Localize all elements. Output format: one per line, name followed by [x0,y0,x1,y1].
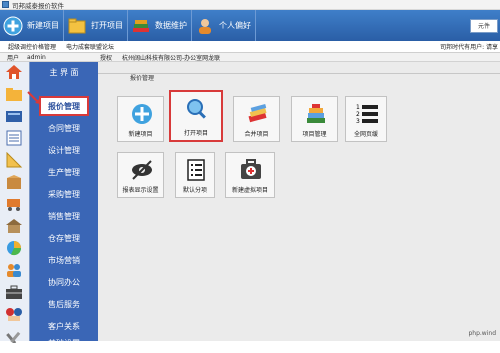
tile-new-virtual-project[interactable]: 新建虚拟项目 [225,152,275,198]
merge-icon [248,103,267,123]
open-project-button[interactable]: 打开项目 [64,10,128,41]
person-icon [199,18,211,34]
triangle-ruler-icon [6,152,23,168]
annotation-arrow [27,91,40,104]
plus-circle-icon [3,16,23,35]
medkit-icon [241,159,261,179]
people-icon [7,264,21,277]
main-content: 报价管理 新建项目 打开项目 合并项目 项目管理 1 2 3 全网页缓 报表显示… [98,62,500,341]
tile-project-management[interactable]: 项目管理 [291,96,338,142]
handshake-icon [6,308,22,321]
sidebar-item-design[interactable]: 设计管理 [30,140,98,160]
app-icon [2,1,9,8]
forum-link[interactable]: 电力成套联盟论坛 [66,42,114,51]
window-title: 司邦威泰报价软件 [12,1,64,10]
new-project-button[interactable]: 新建项目 [0,10,64,41]
main-toolbar: 新建项目 打开项目 数据维护 个人偏好 元件 [0,10,500,41]
tile-open-project[interactable]: 打开项目 [169,90,223,142]
component-box[interactable]: 元件 [470,18,498,33]
sidebar-item-quote-management[interactable]: 报价管理 [39,96,89,116]
preferences-button[interactable]: 个人偏好 [192,10,256,41]
stack-books-icon [307,104,325,123]
home-icon [6,65,22,79]
tile-new-project[interactable]: 新建项目 [117,96,164,142]
tile-merge-project[interactable]: 合并项目 [233,96,280,142]
tile-full-web-cache[interactable]: 1 2 3 全网页缓 [345,96,387,142]
checklist-icon [187,159,205,181]
user-notice: 司邦时代有用户: 请享 [440,44,498,51]
plus-circle-icon [132,104,152,124]
sidebar-item-production[interactable]: 生产管理 [30,162,98,182]
watermark: php.wind [468,330,496,337]
folder-icon [6,88,22,101]
numbered-list-icon: 1 2 3 [356,104,378,125]
warehouse-icon [6,219,22,233]
books-icon [133,19,149,32]
cart-icon [7,199,20,211]
sidebar-item-after-sales[interactable]: 售后服务 [30,294,98,314]
box-icon [7,175,21,189]
svg-text:3: 3 [356,118,360,125]
hidden-eye-icon [132,160,152,180]
user-label: 用户 [7,54,20,62]
sidebar: 主 界 面 报价管理 合同管理 设计管理 生产管理 采购管理 销售管理 仓存管理… [0,62,98,348]
license-label: 授权 [100,54,113,62]
divider [98,73,500,74]
title-bar: 司邦威泰报价软件 [0,0,500,10]
sidebar-item-home[interactable]: 主 界 面 [30,62,98,82]
magnifier-icon [187,99,206,119]
sidebar-item-basic-settings[interactable]: 基础设置 [30,333,98,353]
ledger-icon [6,130,22,146]
sidebar-item-purchase[interactable]: 采购管理 [30,184,98,204]
tile-default-items[interactable]: 默认分项 [175,152,215,198]
info-bar: 超级调控价格管理 电力成套联盟论坛 司邦时代有用户: 请享 [0,41,500,53]
book-icon [6,111,22,122]
svg-text:1: 1 [356,104,360,111]
price-management-link[interactable]: 超级调控价格管理 [8,42,56,51]
license-value: 杭州阔山科技有限公司-办公室网龙联 [122,54,221,62]
folder-icon [68,18,86,33]
svg-text:2: 2 [356,111,360,118]
pie-chart-icon [7,241,22,256]
toolbox-icon [6,285,22,299]
data-maintenance-button[interactable]: 数据维护 [128,10,192,41]
sidebar-item-marketing[interactable]: 市场营销 [30,250,98,270]
sidebar-item-collaboration[interactable]: 协同办公 [30,272,98,292]
user-bar: 用户 admin 授权 杭州阔山科技有限公司-办公室网龙联 [0,53,500,62]
user-value: admin [27,53,46,61]
tile-report-display-settings[interactable]: 报表显示设置 [117,152,164,198]
sidebar-item-warehouse[interactable]: 仓存管理 [30,228,98,248]
sidebar-item-sales[interactable]: 销售管理 [30,206,98,226]
sidebar-item-contract[interactable]: 合同管理 [30,118,98,138]
breadcrumb: 报价管理 [130,75,155,82]
